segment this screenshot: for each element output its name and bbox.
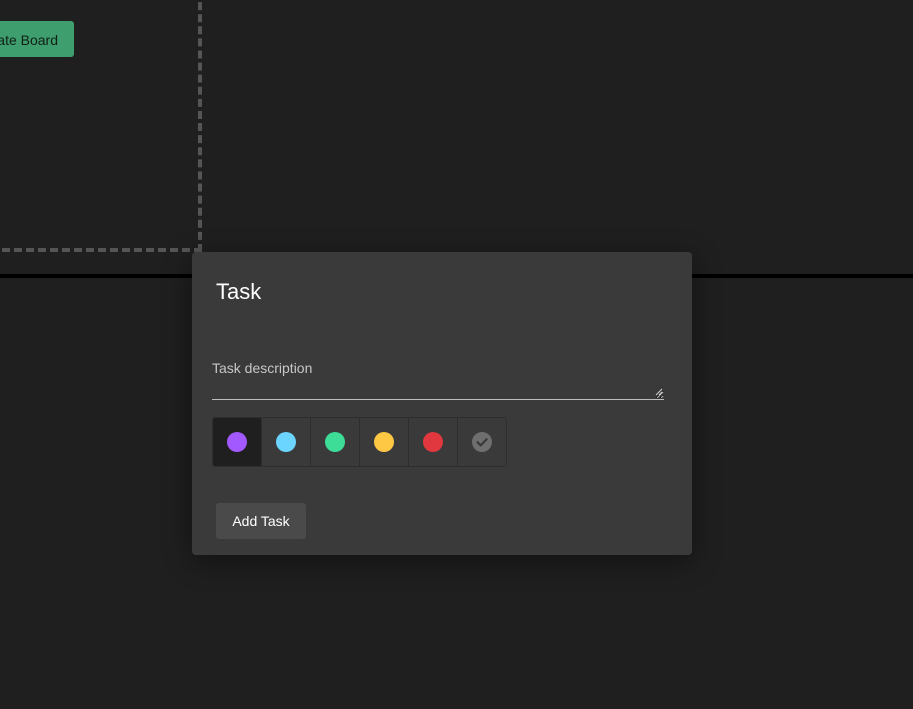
color-option-blue[interactable] xyxy=(262,418,311,466)
task-description-input[interactable] xyxy=(212,356,664,399)
color-option-green[interactable] xyxy=(311,418,360,466)
color-option-done[interactable] xyxy=(458,418,506,466)
app-page: Create Board Task xyxy=(0,0,913,709)
modal-title: Task xyxy=(216,279,262,304)
yellow-dot-icon xyxy=(374,432,394,452)
purple-dot-icon xyxy=(227,432,247,452)
color-option-red[interactable] xyxy=(409,418,458,466)
task-modal: Task Task description Add Task xyxy=(192,252,692,555)
color-picker xyxy=(212,417,507,467)
color-option-yellow[interactable] xyxy=(360,418,409,466)
check-circle-icon xyxy=(472,432,492,452)
task-description-field-wrapper xyxy=(212,356,664,400)
create-board-button[interactable]: Create Board xyxy=(0,21,74,57)
green-dot-icon xyxy=(325,432,345,452)
color-option-purple[interactable] xyxy=(213,418,262,466)
add-task-button[interactable]: Add Task xyxy=(216,503,306,539)
red-dot-icon xyxy=(423,432,443,452)
blue-dot-icon xyxy=(276,432,296,452)
